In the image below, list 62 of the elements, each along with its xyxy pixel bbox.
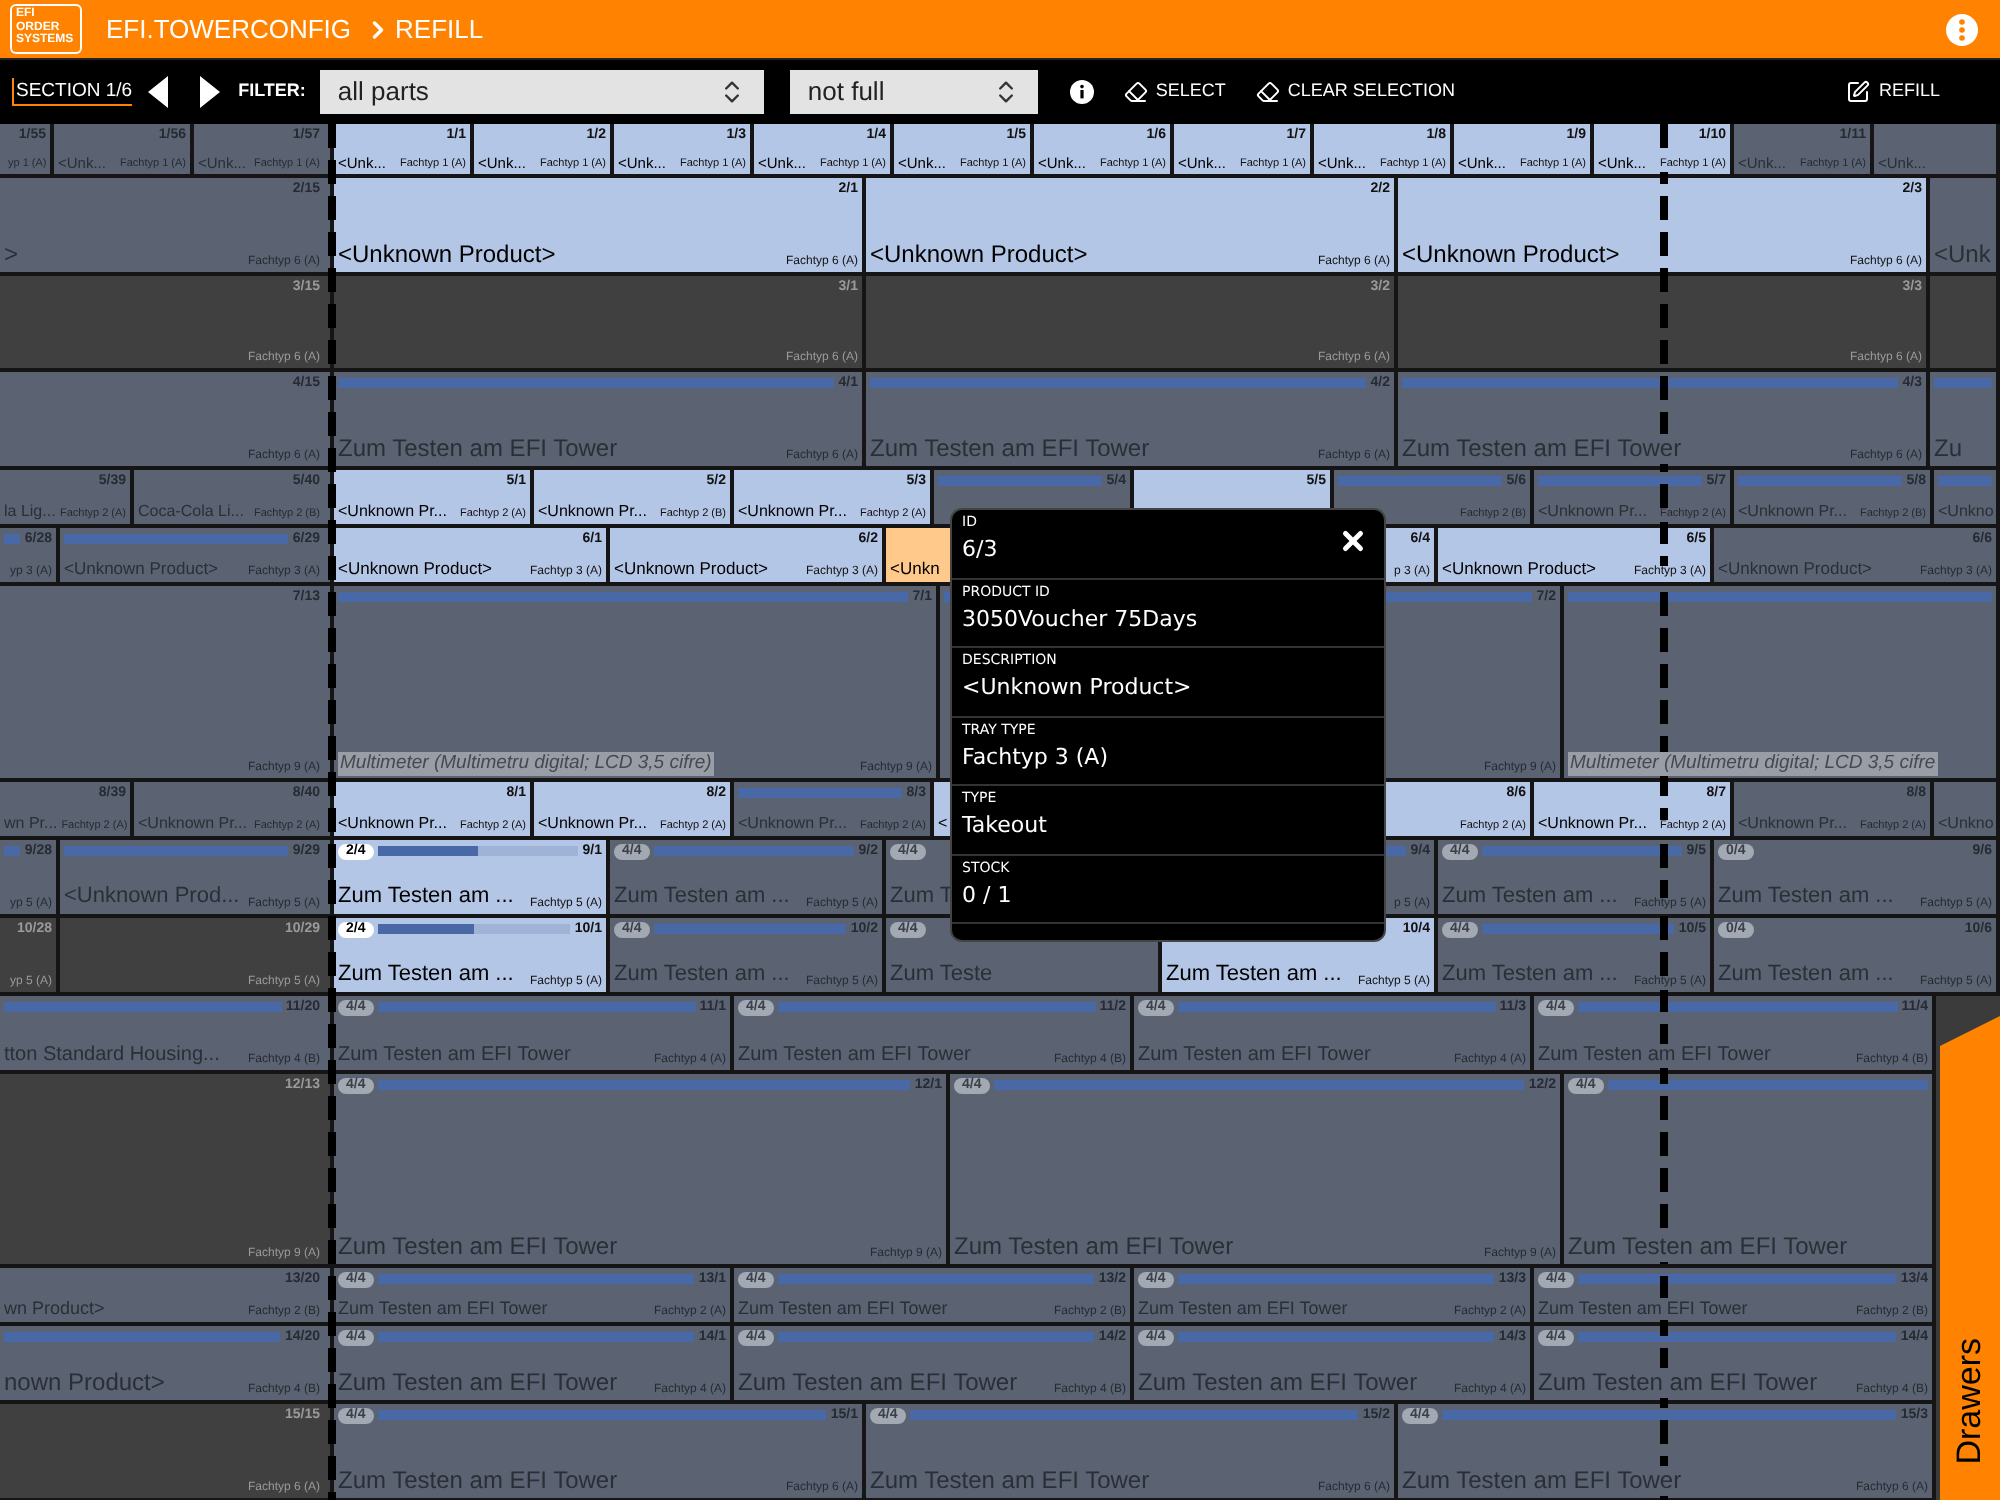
product-name: <Unknown Product>	[338, 558, 493, 580]
product-name: <Unknown Pr...	[538, 502, 647, 522]
eraser-icon	[1255, 80, 1280, 104]
field-value: Fachtyp 3 (A)	[962, 743, 1108, 771]
product-name: <Unknown Pr...	[1538, 502, 1647, 522]
section-label: SECTION 1/6	[12, 78, 133, 106]
product-name: Zum Testen am EFI Tower	[1402, 1466, 1682, 1496]
field-value: <Unknown Product>	[962, 674, 1192, 702]
product-name: <Unknown Pr...	[138, 814, 247, 834]
page-title: REFILL	[395, 11, 484, 48]
refill-button[interactable]: REFILL	[1846, 78, 1940, 106]
field-value: 0 / 1	[962, 881, 1012, 909]
product-name: <Unknown Product>	[1718, 558, 1873, 580]
tray-cell[interactable]: <Unkno	[1934, 782, 2000, 840]
app-title[interactable]: EFI.TOWERCONFIG	[106, 9, 352, 49]
product-name: la Lig...	[4, 502, 56, 522]
product-name: Zum Testen am EFI Tower	[738, 1297, 948, 1320]
product-name: <Unkno	[1938, 814, 1994, 834]
product-name: Zum Testen am EFI Tower	[338, 1297, 548, 1320]
product-name: wn Pr...	[4, 814, 58, 834]
product-name: Zum Testen am EFI Tower	[1402, 434, 1682, 464]
product-name: wn Product>	[4, 1297, 105, 1320]
next-button[interactable]	[200, 76, 221, 108]
product-name: <Unknown Pr...	[338, 814, 447, 834]
product-name: Zum Testen am EFI Tower	[1568, 1232, 1848, 1262]
drawers-tab[interactable]: Drawers	[1940, 1016, 2000, 1500]
product-name: <Unknown Product>	[1442, 558, 1597, 580]
product-name: Zum Testen am EFI Tower	[1538, 1043, 1771, 1068]
product-name: <Unknown Pr...	[538, 814, 647, 834]
product-name: Coca-Cola Li...	[138, 502, 244, 522]
eraser-icon	[1123, 80, 1148, 104]
tray-cell[interactable]	[1930, 276, 2000, 372]
product-name: <Unknown Pr...	[338, 502, 447, 522]
fill-filter-select[interactable]: not full	[789, 70, 1038, 114]
filter-label: FILTER:	[238, 78, 306, 105]
product-name: Multimeter (Multimetru digital; LCD 3,5 cifre)	[338, 752, 714, 776]
product-name: <Unknown Product>	[64, 558, 219, 580]
product-name: <Unknown Pr...	[1738, 814, 1847, 834]
product-name: Zum Testen am EFI Tower	[1538, 1368, 1818, 1398]
product-name: <Unknown Product>	[614, 558, 769, 580]
close-icon[interactable]	[1338, 526, 1368, 556]
product-name: tton Standard Housing...	[4, 1043, 220, 1068]
select-button[interactable]: SELECT	[1123, 78, 1226, 106]
info-icon[interactable]	[1069, 80, 1094, 104]
product-name: Zum Testen am EFI Tower	[1138, 1297, 1348, 1320]
parts-filter-select[interactable]: all parts	[319, 70, 764, 114]
product-name: Zum Testen am EFI Tower	[1538, 1297, 1748, 1320]
product-name: <Unknown Pr...	[1538, 814, 1647, 834]
product-name: <Unknown Pr...	[1738, 502, 1847, 522]
product-name: Multimeter (Multimetru digital; LCD 3,5 cifre	[1568, 752, 1938, 776]
field-value: Takeout	[962, 812, 1047, 840]
product-name: <Unkn	[890, 558, 940, 580]
field-value: 3050Voucher 75Days	[962, 605, 1198, 633]
tray-cell[interactable]: Multimeter (Multimetru digital; LCD 3,5 cifre	[1564, 586, 2000, 782]
product-name: <Unkno	[1938, 502, 1994, 522]
product-name: <Unknown Pr...	[738, 814, 847, 834]
field-value: 6/3	[962, 536, 998, 564]
tray-cell[interactable]: <Unkno	[1934, 470, 2000, 528]
product-name: <Unknown Pr...	[738, 502, 847, 522]
clear-selection-button[interactable]: CLEAR SELECTION	[1255, 78, 1455, 106]
previous-button[interactable]	[148, 76, 169, 108]
edit-icon	[1846, 80, 1871, 104]
